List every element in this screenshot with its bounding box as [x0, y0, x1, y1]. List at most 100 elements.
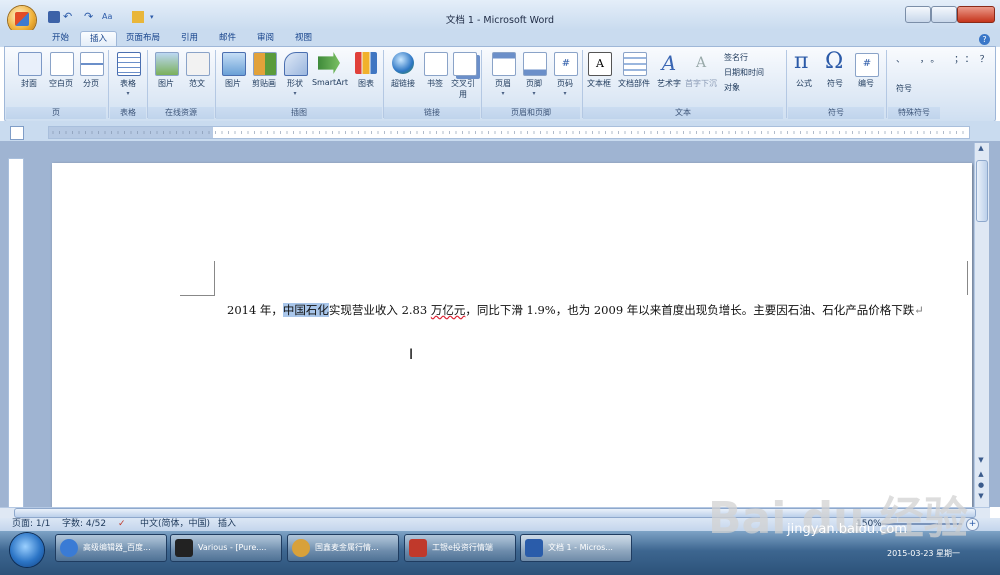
- cover-page-button[interactable]: 封面: [12, 78, 46, 89]
- smartart-button[interactable]: SmartArt: [309, 78, 351, 87]
- page-number-button[interactable]: 页码: [548, 78, 582, 89]
- special-symbol-icon: 、 ，。 ；：？: [896, 55, 995, 65]
- symbol-button[interactable]: 符号: [821, 78, 849, 89]
- clock-date[interactable]: 2015-03-23 星期一: [887, 548, 960, 559]
- numbering-button[interactable]: 编号: [852, 78, 880, 89]
- status-page[interactable]: 页面: 1/1: [12, 519, 50, 530]
- spelling-error-text: 万亿元: [430, 303, 466, 317]
- symbol-icon: Ω: [825, 49, 844, 74]
- clipart-button[interactable]: 剪贴画: [246, 78, 282, 89]
- chart-button[interactable]: 图表: [350, 78, 382, 89]
- document-page[interactable]: [52, 163, 972, 508]
- tab-home[interactable]: 开始: [43, 31, 78, 46]
- tab-page-layout[interactable]: 页面布局: [117, 31, 169, 46]
- paragraph-text: 实现营业收入 2.83: [328, 303, 431, 317]
- special-symbol-button[interactable]: 符号: [896, 83, 912, 94]
- vertical-scroll-thumb[interactable]: [976, 160, 988, 222]
- page-break-button[interactable]: 分页: [74, 78, 108, 89]
- numbering-icon: #: [855, 53, 879, 77]
- zoom-in-icon[interactable]: +: [966, 518, 979, 531]
- chevron-down-icon: ▾: [293, 90, 297, 97]
- template-button[interactable]: 范文: [181, 78, 213, 89]
- maximize-button[interactable]: [931, 6, 957, 23]
- status-word-count[interactable]: 字数: 4/52: [62, 519, 106, 530]
- app-icon: [409, 538, 427, 557]
- hyperlink-button[interactable]: 超链接: [386, 78, 420, 89]
- bookmark-button[interactable]: 书签: [418, 78, 452, 89]
- ibeam-cursor-icon: I: [409, 347, 414, 363]
- tab-review[interactable]: 审阅: [248, 31, 283, 46]
- tab-selector-icon[interactable]: [10, 126, 24, 140]
- equation-icon: π: [794, 49, 809, 74]
- tab-view[interactable]: 视图: [286, 31, 321, 46]
- document-paragraph[interactable]: 2014 年，中国石化实现营业收入 2.83 万亿元，同比下滑 1.9%，也为 …: [227, 302, 924, 318]
- group-label-online: 在线资源: [148, 107, 214, 119]
- online-picture-button[interactable]: 图片: [150, 78, 182, 89]
- group-divider: [886, 50, 887, 118]
- shapes-button[interactable]: 形状: [279, 78, 311, 89]
- clipart-icon: [253, 52, 277, 76]
- paragraph-mark: ↵: [914, 303, 924, 317]
- blank-page-icon: [50, 52, 74, 76]
- object-button[interactable]: 对象: [724, 82, 740, 93]
- minimize-button[interactable]: [905, 6, 931, 23]
- horizontal-ruler[interactable]: [48, 126, 970, 139]
- quickparts-button[interactable]: 文档部件: [614, 78, 654, 89]
- tab-references[interactable]: 引用: [172, 31, 207, 46]
- picture-button[interactable]: 图片: [216, 78, 250, 89]
- chevron-down-icon: ▾: [532, 90, 536, 97]
- scroll-up-icon[interactable]: ▲: [976, 144, 986, 154]
- group-label-pages: 页: [6, 107, 106, 119]
- header-button[interactable]: 页眉: [486, 78, 520, 89]
- cross-reference-icon: [453, 52, 477, 76]
- window-title: 文档 1 - Microsoft Word: [445, 15, 555, 26]
- table-button[interactable]: 表格: [111, 78, 145, 89]
- dropcap-button[interactable]: 首字下沉: [683, 78, 719, 89]
- signature-line-button[interactable]: 签名行: [724, 52, 748, 63]
- table-icon: [117, 52, 141, 76]
- watermark-url: jingyan.baidu.com: [787, 522, 907, 537]
- equation-button[interactable]: 公式: [790, 78, 818, 89]
- close-button[interactable]: [957, 6, 995, 23]
- group-divider: [108, 50, 109, 118]
- selected-text: 中国石化: [282, 303, 329, 317]
- group-label-illustrations: 插图: [216, 107, 382, 119]
- taskbar-item[interactable]: Various - [Pure....: [170, 534, 282, 562]
- tab-insert[interactable]: 插入: [80, 31, 118, 47]
- browse-object-icon[interactable]: ●: [976, 481, 986, 491]
- wordart-button[interactable]: 艺术字: [652, 78, 686, 89]
- group-label-special-symbols: 特殊符号: [888, 107, 940, 119]
- taskbar-item[interactable]: 国鑫麦金属行情...: [287, 534, 399, 562]
- scroll-down-icon[interactable]: ▼: [976, 456, 986, 466]
- margin-corner-mark: [180, 261, 215, 296]
- chevron-down-icon: ▾: [563, 90, 567, 97]
- tab-mailings[interactable]: 邮件: [210, 31, 245, 46]
- online-picture-icon: [155, 52, 179, 76]
- shapes-icon: [284, 52, 308, 76]
- status-language[interactable]: 中文(简体，中国): [140, 519, 210, 530]
- footer-button[interactable]: 页脚: [517, 78, 551, 89]
- taskbar-item[interactable]: 工银e投资行情端: [404, 534, 516, 562]
- chevron-down-icon: ▾: [501, 90, 505, 97]
- taskbar-item[interactable]: 高级编辑器_百度...: [55, 534, 167, 562]
- group-divider: [786, 50, 787, 118]
- chevron-down-icon: ▾: [126, 90, 130, 97]
- blank-page-button[interactable]: 空白页: [44, 78, 78, 89]
- template-icon: [186, 52, 210, 76]
- status-insert-mode[interactable]: 插入: [218, 519, 236, 530]
- quickparts-icon: [623, 52, 647, 76]
- paragraph-text: 2014 年，: [227, 303, 283, 317]
- start-button[interactable]: [10, 533, 44, 567]
- proofing-icon[interactable]: ✓: [118, 519, 126, 530]
- page-number-icon: #: [554, 52, 578, 76]
- ruler-ticks: [52, 131, 964, 134]
- vertical-ruler[interactable]: [8, 158, 24, 510]
- datetime-button[interactable]: 日期和时间: [724, 67, 764, 78]
- margin-corner-mark: [967, 261, 972, 295]
- textbox-button[interactable]: 文本框: [583, 78, 615, 89]
- help-icon[interactable]: ?: [979, 34, 990, 45]
- cross-reference-button[interactable]: 交叉引用: [448, 78, 478, 100]
- previous-page-icon[interactable]: ▲: [976, 470, 986, 480]
- taskbar-item-active[interactable]: 文档 1 - Micros...: [520, 534, 632, 562]
- next-page-icon[interactable]: ▼: [976, 492, 986, 502]
